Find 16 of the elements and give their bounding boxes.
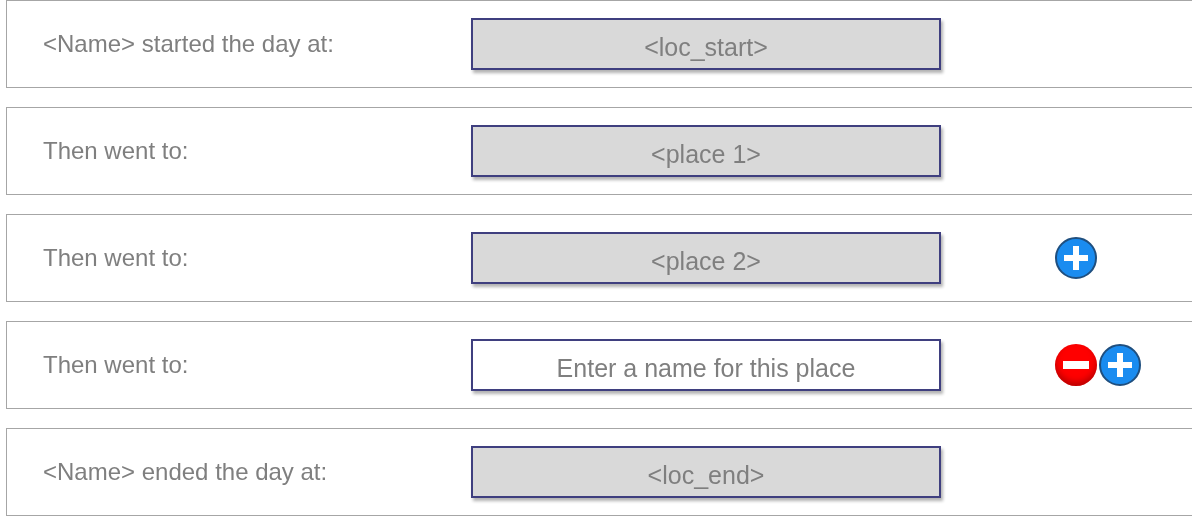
add-button[interactable]: [1055, 237, 1097, 279]
place-field[interactable]: <loc_start>: [471, 18, 941, 70]
remove-button[interactable]: [1055, 344, 1097, 386]
row-label: Then went to:: [43, 350, 190, 380]
minus-icon: [1063, 361, 1089, 369]
place-field[interactable]: <place 2>: [471, 232, 941, 284]
place-field[interactable]: Enter a name for this place: [471, 339, 941, 391]
row-label: Then went to:: [43, 136, 190, 166]
row-label: Then went to:: [43, 243, 190, 273]
place-field[interactable]: <place 1>: [471, 125, 941, 177]
plus-icon: [1108, 353, 1132, 377]
row-label: <Name> started the day at:: [43, 29, 335, 59]
add-button[interactable]: [1099, 344, 1141, 386]
plus-icon: [1064, 246, 1088, 270]
place-field[interactable]: <loc_end>: [471, 446, 941, 498]
row-label: <Name> ended the day at:: [43, 457, 329, 487]
